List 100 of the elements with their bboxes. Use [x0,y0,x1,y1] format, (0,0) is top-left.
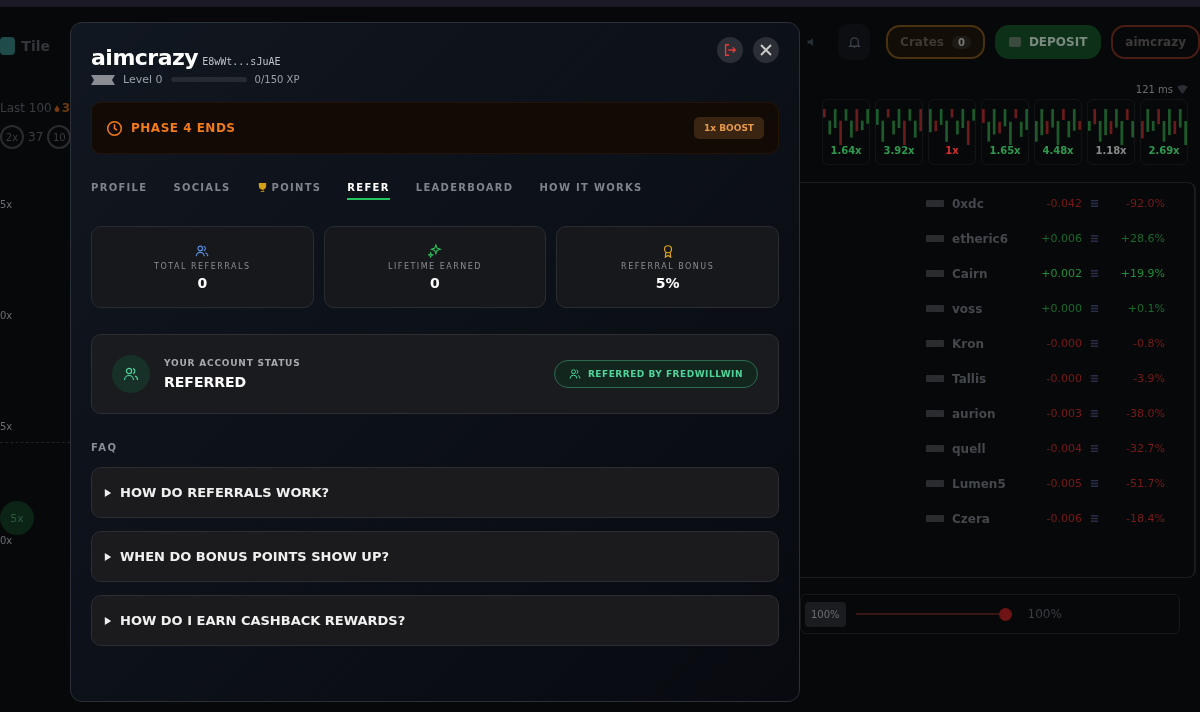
badge-icon [926,199,944,208]
clock-icon [106,119,123,137]
notification-button[interactable] [838,24,871,60]
player-name: quell [952,441,987,456]
player-percent: -3.9% [1132,372,1165,385]
percent-chip[interactable]: 100% [805,601,846,627]
player-percent: +28.6% [1119,232,1165,245]
close-icon [758,42,774,58]
player-name: Kron [952,336,985,351]
player-name: voss [952,301,984,316]
tab[interactable]: HOW IT WORKS [539,176,643,200]
stat-label: REFERRAL BONUS [621,261,715,271]
round-card[interactable]: 1.65x [981,99,1029,165]
sparkline [929,108,975,145]
player-profit: -0.004 [1045,442,1082,455]
player-profit: -0.003 [1045,407,1082,420]
stat-label: LIFETIME EARNED [388,261,482,271]
coin-icon [1090,269,1099,278]
bell-icon [846,34,862,50]
status-label: YOUR ACCOUNT STATUS [164,358,302,368]
axis-label: 0x [0,535,14,546]
faq-item[interactable]: HOW DO REFERRALS WORK? [91,467,779,518]
sparkles-icon [428,243,442,258]
coin-icon [1090,199,1099,208]
slider-value: 100% [1027,607,1062,621]
rank-badge-icon [91,73,115,86]
player-profit: -0.006 [1045,512,1082,525]
player-percent: -18.4% [1125,512,1165,525]
round-card[interactable]: 1.18x [1087,99,1135,165]
streak-count: 3 [61,101,70,115]
tab[interactable]: POINTS [256,176,322,200]
player-profit: +0.006 [1040,232,1082,245]
faq-item[interactable]: WHEN DO BONUS POINTS SHOW UP? [91,531,779,582]
faq-item[interactable]: HOW DO I EARN CASHBACK REWARDS? [91,595,779,646]
caret-icon [104,616,112,625]
badge-icon [926,514,944,523]
users-icon [195,243,210,258]
caret-icon [104,488,112,497]
player-percent: -38.0% [1125,407,1165,420]
stat-label: TOTAL REFERRALS [154,261,251,271]
round-card[interactable]: 3.92x [875,99,923,165]
player-percent: -92.0% [1125,197,1165,210]
player-percent: +0.1% [1126,302,1165,315]
bet-slider[interactable] [855,607,1012,621]
round-multiplier: 3.92x [883,144,915,156]
badge-icon [926,444,944,453]
round-multiplier: 1.65x [989,144,1021,156]
xp-text: 0/150 XP [254,74,300,85]
sparkline [876,108,922,145]
player-profit: -0.000 [1045,372,1082,385]
round-card[interactable]: 2.69x [1140,99,1188,165]
status-value: REFERRED [164,374,248,390]
player-profit: -0.005 [1045,477,1082,490]
coin-icon [1090,304,1099,313]
player-profit: -0.042 [1045,197,1082,210]
username: aimcrazy [91,45,199,70]
player-name: 0xdc [952,196,985,211]
round-card[interactable]: 1.64x [822,99,870,165]
tab[interactable]: PROFILE [91,176,148,200]
badge-icon [926,339,944,348]
coin-icon [1090,339,1099,348]
badge-icon [926,234,944,243]
level-label: Level 0 [123,73,163,86]
trophy-icon [256,181,268,193]
player-name: etheric6 [952,231,1010,246]
tab[interactable]: SOCIALS [173,176,231,200]
logout-icon [723,43,737,57]
axis-label: 5x [0,199,14,210]
round-multiplier: 4.48x [1042,144,1074,156]
phase-title: PHASE 4 ENDS [131,121,237,135]
axis-label: 5x [0,421,14,432]
tab[interactable]: REFER [347,176,390,200]
round-multiplier: 1.64x [830,144,862,156]
tab[interactable]: LEADERBOARD [415,176,514,200]
player-name: Cairn [952,266,989,281]
sparkline [1035,108,1081,145]
coin-icon [1090,234,1099,243]
badge-icon [926,374,944,383]
badge-icon [926,304,944,313]
deposit-button[interactable]: DEPOSIT [994,25,1102,59]
faq-heading: FAQ [91,442,119,453]
logout-button[interactable] [717,37,743,63]
boost-badge: 1x BOOST [694,117,764,139]
badge-icon [926,409,944,418]
round-card[interactable]: 1x [928,99,976,165]
player-name: aurion [952,406,997,421]
round-count: 37 [28,130,44,144]
close-button[interactable] [753,37,779,63]
referrer-badge: REFERRED BY FREDWILLWIN [553,360,758,388]
coin-icon [1090,374,1099,383]
round-chip: 2x [0,125,24,149]
player-percent: +19.9% [1119,267,1165,280]
round-card[interactable]: 4.48x [1034,99,1082,165]
player-name: Lumen5 [952,476,1007,491]
ping-text: 121 ms [1135,84,1173,95]
recent-label: Last 100 [0,101,52,115]
sparkline [1141,108,1187,145]
coin-icon [1090,409,1099,418]
stat-value: 5% [655,274,680,291]
coin-icon [1090,479,1099,488]
